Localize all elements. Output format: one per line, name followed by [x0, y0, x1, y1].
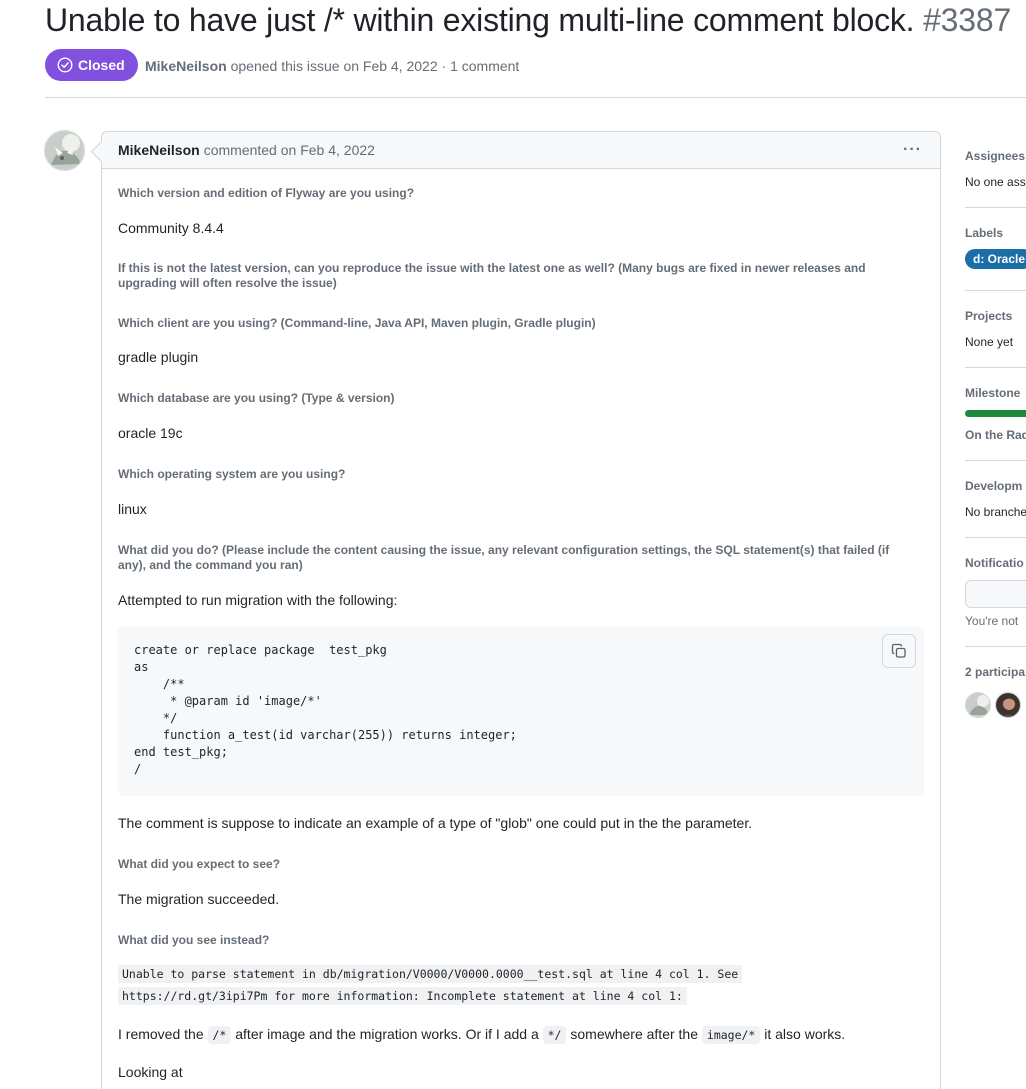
error-line-2: https://rd.gt/3ipi7Pm for more informati…: [118, 985, 687, 1007]
avatar[interactable]: [44, 130, 85, 171]
issue-opened-text: opened this issue on Feb 4, 2022 · 1 com…: [230, 58, 520, 74]
kebab-menu-icon[interactable]: ···: [903, 141, 922, 159]
comment-note: The comment is suppose to indicate an ex…: [118, 815, 753, 831]
inline-code-1: /*: [207, 1026, 232, 1044]
participant-avatar[interactable]: [995, 692, 1021, 718]
copy-icon: [891, 643, 906, 658]
sidebar-divider: [965, 290, 1026, 291]
check-circle-icon: [57, 57, 73, 73]
question-latest: If this is not the latest version, can y…: [118, 261, 866, 290]
sidebar-divider: [965, 537, 1026, 538]
question-client: Which client are you using? (Command-lin…: [118, 316, 596, 330]
removed-text-1: I removed the: [118, 1026, 204, 1042]
looking-at-text: Looking at: [118, 1064, 183, 1080]
sidebar-divider: [965, 367, 1026, 368]
issue-author-link[interactable]: MikeNeilson: [145, 58, 227, 74]
sidebar-participants-label: 2 participa: [965, 665, 1026, 679]
code-block: create or replace package test_pkg as /*…: [118, 626, 924, 796]
milestone-progress-bar: [965, 410, 1026, 417]
removed-text-2: after image and the migration works. Or …: [235, 1026, 539, 1042]
sidebar-divider: [965, 207, 1026, 208]
question-database: Which database are you using? (Type & ve…: [118, 391, 395, 405]
sidebar-development-value: No branche: [965, 505, 1026, 519]
sidebar-development-label[interactable]: Developm: [965, 479, 1022, 493]
sidebar-divider: [965, 646, 1026, 647]
inline-code-2: */: [542, 1026, 567, 1044]
answer-os: linux: [118, 501, 147, 517]
issue-title: Unable to have just /* within existing m…: [45, 2, 1011, 39]
removed-text-3: somewhere after the: [570, 1026, 698, 1042]
sidebar-projects-value: None yet: [965, 335, 1014, 349]
subscribe-button[interactable]: [965, 580, 1026, 608]
status-badge: Closed: [45, 49, 138, 81]
sidebar: Assignees No one ass Labels d: Oracle Pr…: [965, 0, 1026, 1089]
header-divider: [45, 97, 1026, 98]
comment-date[interactable]: commented on Feb 4, 2022: [204, 142, 375, 158]
comment-header: MikeNeilson commented on Feb 4, 2022 ···: [102, 132, 940, 169]
sidebar-assignees-value: No one ass: [965, 175, 1026, 189]
author-avatar-image: [45, 131, 84, 170]
sidebar-notifications-value: You're not: [965, 614, 1019, 628]
answer-database: oracle 19c: [118, 425, 183, 441]
sidebar-divider: [965, 460, 1026, 461]
question-what-did-you-do: What did you do? (Please include the con…: [118, 543, 890, 572]
issue-title-text: Unable to have just /* within existing m…: [45, 2, 915, 38]
answer-version: Community 8.4.4: [118, 220, 224, 236]
question-os: Which operating system are you using?: [118, 467, 346, 481]
removed-text-4: it also works.: [764, 1026, 846, 1042]
status-label: Closed: [78, 57, 125, 73]
participant-avatar-image: [996, 693, 1020, 717]
sidebar-assignees-label[interactable]: Assignees: [965, 149, 1025, 163]
code-content: create or replace package test_pkg as /*…: [134, 643, 517, 776]
copy-button[interactable]: [882, 634, 916, 668]
sidebar-projects-label[interactable]: Projects: [965, 309, 1012, 323]
answer-what-did-you-do: Attempted to run migration with the foll…: [118, 592, 398, 608]
sidebar-notifications-label: Notificatio: [965, 556, 1024, 570]
participant-avatar-image: [966, 693, 990, 717]
participant-avatar[interactable]: [965, 692, 991, 718]
issue-meta: MikeNeilson opened this issue on Feb 4, …: [145, 58, 519, 74]
sidebar-milestone-label[interactable]: Milestone: [965, 386, 1020, 400]
comment-author-link[interactable]: MikeNeilson: [118, 142, 200, 158]
error-line-1: Unable to parse statement in db/migratio…: [118, 963, 743, 985]
answer-expect: The migration succeeded.: [118, 891, 280, 907]
question-instead: What did you see instead?: [118, 933, 270, 947]
error-text-1: Unable to parse statement in db/migratio…: [118, 965, 743, 983]
inline-code-3: image/*: [701, 1026, 761, 1044]
label-oracle[interactable]: d: Oracle: [965, 249, 1026, 269]
question-expect: What did you expect to see?: [118, 857, 281, 871]
removed-paragraph: I removed the /* after image and the mig…: [118, 1026, 846, 1044]
sidebar-milestone-value[interactable]: On the Rad: [965, 428, 1026, 442]
question-version: Which version and edition of Flyway are …: [118, 186, 415, 200]
error-text-2: https://rd.gt/3ipi7Pm for more informati…: [118, 987, 687, 1005]
comment-box: MikeNeilson commented on Feb 4, 2022 ···…: [101, 131, 941, 1089]
sidebar-labels-label[interactable]: Labels: [965, 226, 1003, 240]
answer-client: gradle plugin: [118, 349, 199, 365]
